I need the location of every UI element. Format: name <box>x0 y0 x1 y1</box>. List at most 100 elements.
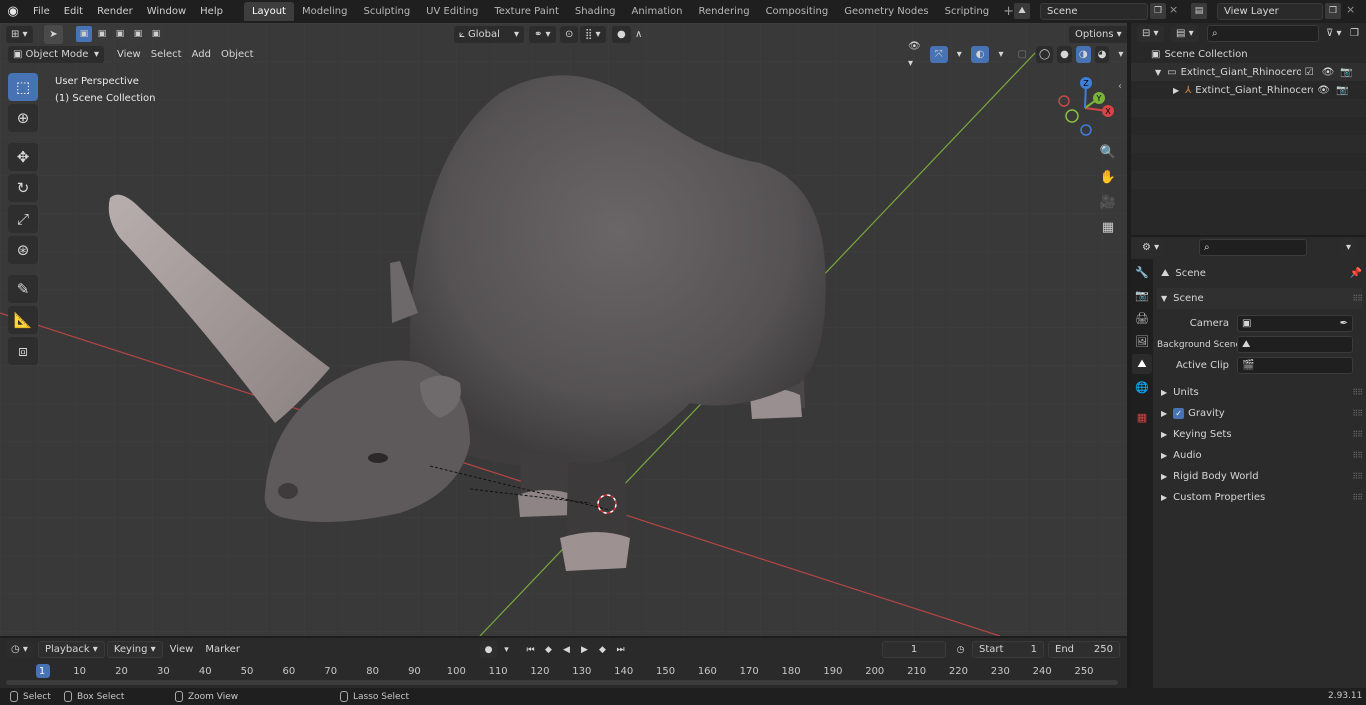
scene-selector-icon[interactable]: ⛰ <box>1014 3 1030 19</box>
wireframe-shading-icon[interactable]: ◯ <box>1035 46 1054 63</box>
properties-editor-type-button[interactable]: ⚙ ▾ <box>1137 239 1165 256</box>
delete-view-layer-icon[interactable]: × <box>1346 3 1355 16</box>
pivot-point-dropdown[interactable]: ⚭ ▾ <box>529 26 556 43</box>
active-clip-field[interactable]: 🎬 <box>1237 357 1353 374</box>
select-box-tool-icon[interactable]: ⬚ <box>8 73 38 101</box>
drag-handle-icon[interactable]: ⠿⠿ <box>1352 451 1363 460</box>
view-layer-tab-icon[interactable]: 🖼 <box>1132 331 1152 351</box>
rotate-tool-icon[interactable]: ↻ <box>8 174 38 202</box>
gravity-checkbox[interactable]: ✓ <box>1173 408 1185 419</box>
editor-type-button[interactable]: ⊞ ▾ <box>6 26 33 43</box>
tab-compositing[interactable]: Compositing <box>758 2 837 21</box>
timeline-scrollbar[interactable] <box>6 680 1118 685</box>
menu-file[interactable]: File <box>26 2 57 21</box>
zoom-icon[interactable]: 🔍 <box>1097 141 1119 163</box>
panel-gravity[interactable]: ▶ ✓ Gravity ⠿⠿ <box>1157 403 1363 424</box>
delete-scene-icon[interactable]: × <box>1169 3 1178 16</box>
menu-edit[interactable]: Edit <box>57 2 90 21</box>
visibility-icon[interactable]: 👁▾ <box>903 41 926 69</box>
chevron-down-icon[interactable]: ▾ <box>952 46 967 63</box>
select-subtract-icon[interactable]: ▣ <box>112 26 128 42</box>
viewport-menu-object[interactable]: Object <box>216 46 259 63</box>
select-intersect-icon[interactable]: ▣ <box>148 26 164 42</box>
scene-name-field[interactable]: Scene <box>1040 3 1148 20</box>
scale-tool-icon[interactable]: ⤢ <box>8 205 38 233</box>
drag-handle-icon[interactable]: ⠿⠿ <box>1352 493 1363 502</box>
render-camera-icon[interactable]: 📷 <box>1336 85 1348 96</box>
navigation-gizmo[interactable]: X Y Z <box>1050 73 1120 143</box>
panel-units[interactable]: ▶ Units ⠿⠿ <box>1157 382 1363 403</box>
view-layer-field[interactable]: View Layer <box>1217 3 1323 20</box>
tab-uv-editing[interactable]: UV Editing <box>418 2 486 21</box>
options-dropdown[interactable]: Options ▾ <box>1069 26 1127 43</box>
perspective-toggle-icon[interactable]: ▦ <box>1097 216 1119 238</box>
select-new-icon[interactable]: ▣ <box>76 26 92 42</box>
tab-rendering[interactable]: Rendering <box>690 2 757 21</box>
view-layer-selector-icon[interactable]: ▤ <box>1191 3 1207 19</box>
object-mode-dropdown[interactable]: ▣ Object Mode ▾ <box>8 46 104 63</box>
select-extend-icon[interactable]: ▣ <box>94 26 110 42</box>
rendered-shading-icon[interactable]: ◕ <box>1094 46 1110 63</box>
proportional-editing-toggle[interactable]: ● <box>612 26 631 43</box>
tab-scripting[interactable]: Scripting <box>937 2 997 21</box>
menu-help[interactable]: Help <box>193 2 230 21</box>
menu-render[interactable]: Render <box>90 2 140 21</box>
snap-target-dropdown[interactable]: ⣿ ▾ <box>580 26 606 43</box>
tab-animation[interactable]: Animation <box>624 2 691 21</box>
drag-handle-icon[interactable]: ⠿⠿ <box>1352 409 1363 418</box>
viewport-menu-add[interactable]: Add <box>187 46 216 63</box>
tab-geometry-nodes[interactable]: Geometry Nodes <box>836 2 936 21</box>
exclude-checkbox-icon[interactable]: ☑ <box>1305 67 1314 78</box>
render-tab-icon[interactable]: 📷 <box>1132 285 1152 305</box>
visibility-eye-icon[interactable]: 👁 <box>1322 67 1335 78</box>
panel-audio[interactable]: ▶ Audio ⠿⠿ <box>1157 445 1363 466</box>
output-tab-icon[interactable]: 🖨 <box>1132 308 1152 328</box>
overlays-toggle-icon[interactable]: ◐ <box>970 46 990 63</box>
expand-arrow-icon[interactable]: ▶ <box>1173 86 1179 95</box>
tool-tab-icon[interactable]: 🔧 <box>1132 262 1152 282</box>
material-preview-shading-icon[interactable]: ◑ <box>1075 46 1091 63</box>
drag-handle-icon[interactable]: ⠿⠿ <box>1352 388 1363 397</box>
panel-custom-properties[interactable]: ▶ Custom Properties ⠿⠿ <box>1157 487 1363 508</box>
outliner-search-input[interactable]: ⌕ <box>1207 25 1319 42</box>
transform-orientation-dropdown[interactable]: ⟀ Global ▾ <box>454 26 524 43</box>
select-invert-icon[interactable]: ▣ <box>130 26 146 42</box>
tab-layout[interactable]: Layout <box>243 2 294 21</box>
viewport-menu-select[interactable]: Select <box>146 46 187 63</box>
world-tab-icon[interactable]: 🌐 <box>1132 377 1152 397</box>
render-camera-icon[interactable]: 📷 <box>1340 67 1352 78</box>
drag-handle-icon[interactable]: ⠿⠿ <box>1352 294 1363 303</box>
camera-view-icon[interactable]: 🎥 <box>1097 191 1119 213</box>
pan-hand-icon[interactable]: ✋ <box>1097 166 1119 188</box>
drag-handle-icon[interactable]: ⠿⠿ <box>1352 472 1363 481</box>
scene-collection-row[interactable]: ▣ Scene Collection <box>1131 45 1366 63</box>
outliner-editor-type-button[interactable]: ⊟ ▾ <box>1137 25 1164 42</box>
menu-window[interactable]: Window <box>140 2 193 21</box>
display-mode-dropdown[interactable]: ▤ ▾ <box>1171 25 1199 42</box>
solid-shading-icon[interactable]: ● <box>1057 46 1072 63</box>
blender-logo-icon[interactable]: ◉ <box>0 0 26 23</box>
scene-tab-icon[interactable]: ⛰ <box>1132 354 1152 374</box>
new-view-layer-icon[interactable]: ❐ <box>1325 3 1341 19</box>
background-scene-field[interactable]: ⛰ <box>1237 336 1353 353</box>
properties-options-chevron-icon[interactable]: ▾ <box>1341 239 1357 256</box>
tab-modeling[interactable]: Modeling <box>294 2 356 21</box>
viewport-menu-view[interactable]: View <box>112 46 146 63</box>
gizmo-toggle-icon[interactable]: ⤧ <box>929 46 948 63</box>
new-scene-icon[interactable]: ❐ <box>1150 3 1166 19</box>
panel-rigid-body-world[interactable]: ▶ Rigid Body World ⠿⠿ <box>1157 466 1363 487</box>
tab-sculpting[interactable]: Sculpting <box>355 2 418 21</box>
snap-toggle[interactable]: ⊙ <box>560 26 579 43</box>
panel-keying-sets[interactable]: ▶ Keying Sets ⠿⠿ <box>1157 424 1363 445</box>
texture-tab-icon[interactable]: ▦ <box>1132 407 1152 427</box>
scene-panel-header[interactable]: ▼ Scene ⠿⠿ <box>1157 288 1363 309</box>
proportional-falloff-icon[interactable]: ∧ <box>630 26 647 43</box>
chevron-down-icon[interactable]: ▾ <box>993 46 1008 63</box>
cursor-tool-icon[interactable]: ⊕ <box>8 104 38 132</box>
new-collection-icon[interactable]: ❐ <box>1345 25 1364 42</box>
outliner-collection-row[interactable]: ▼ ▭ Extinct_Giant_Rhinoceros_Wa ☑ 👁 📷 <box>1131 63 1366 81</box>
move-tool-icon[interactable]: ✥ <box>8 143 38 171</box>
tab-texture-paint[interactable]: Texture Paint <box>486 2 567 21</box>
3d-viewport[interactable]: ⊞ ▾ ➤ ▣ ▣ ▣ ▣ ▣ ⟀ Global ▾ ⚭ ▾ ⊙ ⣿ ▾ ● ∧ O… <box>0 23 1127 636</box>
properties-search-input[interactable]: ⌕ <box>1199 239 1307 256</box>
